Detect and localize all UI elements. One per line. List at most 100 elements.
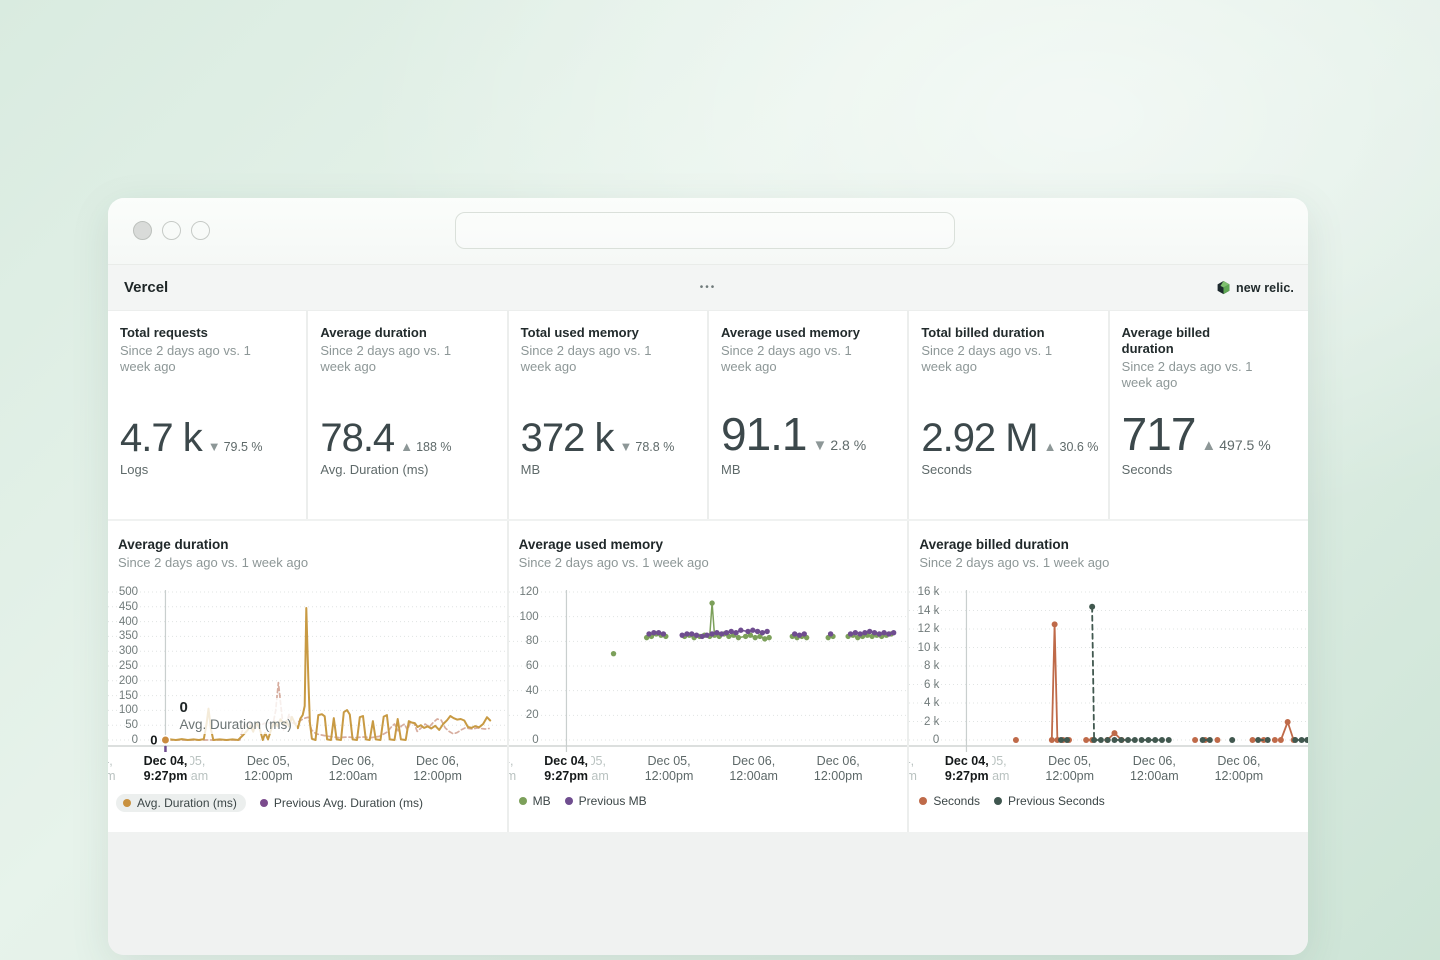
chart-card-average-duration: Average duration Since 2 days ago vs. 1 … <box>108 521 507 832</box>
stat-subtitle: Since 2 days ago vs. 1 week ago <box>721 343 871 375</box>
delta-percent: 30.6 % <box>1060 440 1099 454</box>
legend-item[interactable]: Previous Seconds <box>994 794 1105 808</box>
chart-canvas[interactable] <box>509 582 908 752</box>
delta-up-icon: ▲ <box>1201 437 1216 454</box>
chart-canvas[interactable] <box>909 582 1308 752</box>
x-axis-tick: Dec 04,9:27pm <box>942 754 992 784</box>
y-axis-label: 4 k <box>909 697 939 709</box>
series-previous-seconds <box>1058 604 1308 743</box>
stat-card-total-billed-duration: Total billed duration Since 2 days ago v… <box>909 311 1107 519</box>
stat-unit: Seconds <box>921 462 1095 477</box>
x-axis-tick: Dec 05,12:00pm <box>645 754 694 784</box>
y-axis-label: 300 <box>108 645 138 657</box>
y-axis-label: 12 k <box>909 623 939 635</box>
x-axis-tick: Dec 04,12:00pm <box>509 754 517 784</box>
hover-point <box>161 736 169 744</box>
chart-title: Average used memory <box>519 537 898 552</box>
legend-item[interactable]: MB <box>519 794 551 808</box>
y-axis-label: 0 <box>509 734 539 746</box>
y-axis-label: 120 <box>509 586 539 598</box>
y-axis-label: 40 <box>509 685 539 697</box>
y-axis-label: 450 <box>108 601 138 613</box>
window-close-button[interactable] <box>133 221 152 240</box>
x-axis-labels: Dec 04,12:00pmDec 05,12:00amDec 05,12:00… <box>509 752 908 790</box>
stat-unit: MB <box>721 462 895 477</box>
hover-axis-value: 0 <box>150 733 157 748</box>
chart-card-average-billed-duration: Average billed duration Since 2 days ago… <box>909 521 1308 832</box>
stat-unit: Seconds <box>1122 462 1296 477</box>
stat-value: 372 k <box>521 416 614 461</box>
legend-item[interactable]: Previous Avg. Duration (ms) <box>260 796 423 810</box>
y-axis-label: 250 <box>108 660 138 672</box>
chart-tooltip: 0Avg. Duration (ms) <box>174 698 296 734</box>
y-axis-label: 500 <box>108 586 138 598</box>
delta-percent: 2.8 % <box>830 437 866 453</box>
dashboard-header: Vercel ••• new relic. <box>108 264 1308 311</box>
delta-down-icon: ▼ <box>208 439 221 454</box>
chart-subtitle: Since 2 days ago vs. 1 week ago <box>519 555 898 570</box>
legend-item[interactable]: Seconds <box>919 794 980 808</box>
y-axis-label: 16 k <box>909 586 939 598</box>
chart-title: Average billed duration <box>919 537 1298 552</box>
x-axis-tick: Dec 06,12:00am <box>729 754 778 784</box>
window-maximize-button[interactable] <box>191 221 210 240</box>
x-axis-tick: Dec 06,12:00am <box>1130 754 1179 784</box>
legend-label: MB <box>533 794 551 808</box>
y-axis-label: 0 <box>108 734 138 746</box>
y-axis-label: 6 k <box>909 679 939 691</box>
stat-cards-row: Total requests Since 2 days ago vs. 1 we… <box>108 311 1308 519</box>
stat-card-average-billed-duration: Average billed duration Since 2 days ago… <box>1110 311 1308 519</box>
stat-subtitle: Since 2 days ago vs. 1 week ago <box>1122 359 1272 391</box>
legend-dot-icon <box>565 797 573 805</box>
chart-plot-area[interactable]: 05010015020025030035040045050000Avg. Dur… <box>108 582 507 752</box>
legend-label: Previous Avg. Duration (ms) <box>274 796 423 810</box>
y-axis-label: 60 <box>509 660 539 672</box>
stat-card-total-requests: Total requests Since 2 days ago vs. 1 we… <box>108 311 306 519</box>
stat-subtitle: Since 2 days ago vs. 1 week ago <box>120 343 270 375</box>
legend-label: Previous MB <box>579 794 647 808</box>
stat-card-average-duration: Average duration Since 2 days ago vs. 1 … <box>308 311 506 519</box>
stat-subtitle: Since 2 days ago vs. 1 week ago <box>921 343 1071 375</box>
delta-percent: 188 % <box>416 440 451 454</box>
chart-legend: Seconds Previous Seconds <box>909 790 1308 812</box>
new-relic-brand[interactable]: new relic. <box>1216 280 1294 295</box>
y-axis-label: 8 k <box>909 660 939 672</box>
x-axis-tick: Dec 05,12:00pm <box>1045 754 1094 784</box>
x-axis-tick: Dec 06,12:00am <box>329 754 378 784</box>
y-axis-label: 350 <box>108 630 138 642</box>
legend-dot-icon <box>919 797 927 805</box>
dashboard-background <box>108 832 1308 955</box>
stat-title: Total requests <box>120 325 294 341</box>
y-axis-label: 200 <box>108 675 138 687</box>
page-title: Vercel <box>124 279 168 296</box>
stat-unit: MB <box>521 462 695 477</box>
legend-item[interactable]: Avg. Duration (ms) <box>116 794 246 812</box>
y-axis-label: 14 k <box>909 605 939 617</box>
window-minimize-button[interactable] <box>162 221 181 240</box>
chart-plot-area[interactable]: 020406080100120 <box>509 582 908 752</box>
x-axis-tick: Dec 06,12:00pm <box>814 754 863 784</box>
x-axis-tick: Dec 04,12:00pm <box>108 754 116 784</box>
chart-canvas[interactable] <box>108 582 507 752</box>
stat-value: 717 <box>1122 407 1196 461</box>
more-options-icon[interactable]: ••• <box>700 282 717 293</box>
delta-up-icon: ▲ <box>400 439 413 454</box>
stat-title: Total billed duration <box>921 325 1095 341</box>
y-axis-label: 100 <box>108 704 138 716</box>
stat-title: Total used memory <box>521 325 695 341</box>
stat-subtitle: Since 2 days ago vs. 1 week ago <box>521 343 671 375</box>
stat-value: 2.92 M <box>921 416 1037 461</box>
legend-dot-icon <box>260 799 268 807</box>
chart-cards-row: Average duration Since 2 days ago vs. 1 … <box>108 521 1308 832</box>
y-axis-label: 150 <box>108 690 138 702</box>
legend-item[interactable]: Previous MB <box>565 794 647 808</box>
legend-label: Seconds <box>933 794 980 808</box>
chart-plot-area[interactable]: 02 k4 k6 k8 k10 k12 k14 k16 k <box>909 582 1308 752</box>
chart-subtitle: Since 2 days ago vs. 1 week ago <box>118 555 497 570</box>
url-bar-input[interactable] <box>455 212 955 249</box>
stat-value: 91.1 <box>721 407 807 461</box>
delta-up-icon: ▲ <box>1044 439 1057 454</box>
legend-dot-icon <box>123 799 131 807</box>
stat-value: 78.4 <box>320 416 394 461</box>
legend-dot-icon <box>994 797 1002 805</box>
